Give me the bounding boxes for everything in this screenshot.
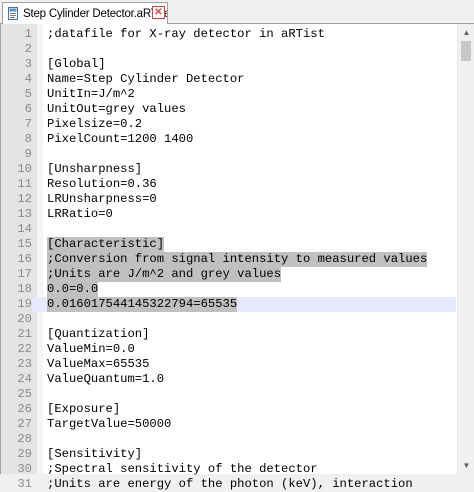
line-number: 18 <box>17 282 32 296</box>
line-number: 20 <box>17 312 32 326</box>
line-text: PixelCount=1200 1400 <box>47 132 194 146</box>
line-text: ;Conversion from signal intensity to mea… <box>47 252 428 267</box>
line-number: 19 <box>1 297 32 312</box>
line-text: ;datafile for X-ray detector in aRTist <box>47 27 325 41</box>
editor-line[interactable]: 1 ;datafile for X-ray detector in aRTist <box>1 27 456 42</box>
scroll-down-icon[interactable]: ▼ <box>458 457 474 474</box>
line-text: ValueMin=0.0 <box>47 342 135 356</box>
line-number: 1 <box>24 27 32 41</box>
line-text: [Quantization] <box>47 327 150 341</box>
scrollbar-thumb[interactable] <box>461 41 471 61</box>
editor-line[interactable]: 9 <box>1 147 456 162</box>
editor-line[interactable]: 20 <box>1 312 456 327</box>
editor-line[interactable]: 19 0.016017544145322794=65535 <box>1 297 456 312</box>
line-text: ;Units are energy of the photon (keV), i… <box>47 477 413 491</box>
line-text: Resolution=0.36 <box>47 177 157 191</box>
editor-line[interactable]: 8 PixelCount=1200 1400 <box>1 132 456 147</box>
tab-title: Step Cylinder Detector.aRTdet <box>23 7 167 20</box>
line-number: 7 <box>24 117 32 131</box>
line-number: 27 <box>17 417 32 431</box>
editor-line[interactable]: 11 Resolution=0.36 <box>1 177 456 192</box>
line-number: 22 <box>17 342 32 356</box>
editor-line[interactable]: 26 [Exposure] <box>1 402 456 417</box>
line-text: LRUnsharpness=0 <box>47 192 157 206</box>
line-number: 9 <box>24 147 32 161</box>
line-number: 21 <box>17 327 32 341</box>
line-text: 0.016017544145322794=65535 <box>47 297 238 312</box>
editor-line[interactable]: 14 <box>1 222 456 237</box>
line-number: 12 <box>17 192 32 206</box>
line-number: 13 <box>17 207 32 221</box>
editor-line[interactable]: 6 UnitOut=grey values <box>1 102 456 117</box>
editor-line[interactable]: 18 0.0=0.0 <box>1 282 456 297</box>
scroll-up-icon[interactable]: ▲ <box>458 24 474 41</box>
line-number: 16 <box>17 252 32 266</box>
editor-line[interactable]: 10 [Unsharpness] <box>1 162 456 177</box>
line-text: ValueQuantum=1.0 <box>47 372 165 386</box>
editor-line[interactable]: 7 Pixelsize=0.2 <box>1 117 456 132</box>
editor-line[interactable]: 30 ;Spectral sensitivity of the detector <box>1 462 456 477</box>
line-text: 0.0=0.0 <box>47 282 99 297</box>
editor-line[interactable]: 17 ;Units are J/m^2 and grey values <box>1 267 456 282</box>
editor-line[interactable]: 3 [Global] <box>1 57 456 72</box>
line-number: 3 <box>24 57 32 71</box>
line-number: 10 <box>17 162 32 176</box>
line-text: TargetValue=50000 <box>47 417 172 431</box>
line-text: [Characteristic] <box>47 237 165 252</box>
editor-line[interactable]: 2 <box>1 42 456 57</box>
line-number: 24 <box>17 372 32 386</box>
editor-line[interactable]: 25 <box>1 387 456 402</box>
file-tab[interactable]: Step Cylinder Detector.aRTdet ✕ <box>2 2 168 24</box>
line-text: Name=Step Cylinder Detector <box>47 72 245 86</box>
editor-line[interactable]: 31 ;Units are energy of the photon (keV),… <box>1 477 456 492</box>
line-number: 30 <box>17 462 32 476</box>
line-number: 14 <box>17 222 32 236</box>
line-number: 4 <box>24 72 32 86</box>
close-icon[interactable]: ✕ <box>152 6 165 19</box>
line-number: 28 <box>17 432 32 446</box>
line-text: ;Units are J/m^2 and grey values <box>47 267 282 282</box>
line-text: LRRatio=0 <box>47 207 113 221</box>
editor-line[interactable]: 22 ValueMin=0.0 <box>1 342 456 357</box>
line-text: ;Spectral sensitivity of the detector <box>47 462 318 476</box>
line-text: [Unsharpness] <box>47 162 143 176</box>
editor-line[interactable]: 21 [Quantization] <box>1 327 456 342</box>
editor-line[interactable]: 16 ;Conversion from signal intensity to m… <box>1 252 456 267</box>
line-number: 2 <box>24 42 32 56</box>
editor-line[interactable]: 12 LRUnsharpness=0 <box>1 192 456 207</box>
line-text: Pixelsize=0.2 <box>47 117 143 131</box>
editor-line[interactable]: 5 UnitIn=J/m^2 <box>1 87 456 102</box>
tab-bar: Step Cylinder Detector.aRTdet ✕ <box>0 0 474 24</box>
editor-line[interactable]: 4 Name=Step Cylinder Detector <box>1 72 456 87</box>
editor-line[interactable]: 13 LRRatio=0 <box>1 207 456 222</box>
vertical-scrollbar[interactable]: ▲ ▼ <box>457 24 474 474</box>
line-number: 25 <box>17 387 32 401</box>
line-number: 15 <box>17 237 32 251</box>
line-number: 23 <box>17 357 32 371</box>
text-editor[interactable]: 1 ;datafile for X-ray detector in aRTist 2… <box>0 24 474 491</box>
document-icon <box>8 6 18 20</box>
line-number: 31 <box>17 477 32 491</box>
line-text: UnitOut=grey values <box>47 102 186 116</box>
line-number: 26 <box>17 402 32 416</box>
editor-line[interactable]: 24 ValueQuantum=1.0 <box>1 372 456 387</box>
line-number: 11 <box>17 177 32 191</box>
line-text: [Global] <box>47 57 106 71</box>
editor-line[interactable]: 15 [Characteristic] <box>1 237 456 252</box>
line-text: UnitIn=J/m^2 <box>47 87 135 101</box>
editor-line[interactable]: 28 <box>1 432 456 447</box>
line-number: 6 <box>24 102 32 116</box>
editor-line[interactable]: 23 ValueMax=65535 <box>1 357 456 372</box>
line-number: 8 <box>24 132 32 146</box>
line-text: ValueMax=65535 <box>47 357 150 371</box>
line-text: [Sensitivity] <box>47 447 143 461</box>
editor-line[interactable]: 29 [Sensitivity] <box>1 447 456 462</box>
line-number: 5 <box>24 87 32 101</box>
line-text: [Exposure] <box>47 402 121 416</box>
editor-line[interactable]: 27 TargetValue=50000 <box>1 417 456 432</box>
line-number: 29 <box>17 447 32 461</box>
line-number: 17 <box>17 267 32 281</box>
